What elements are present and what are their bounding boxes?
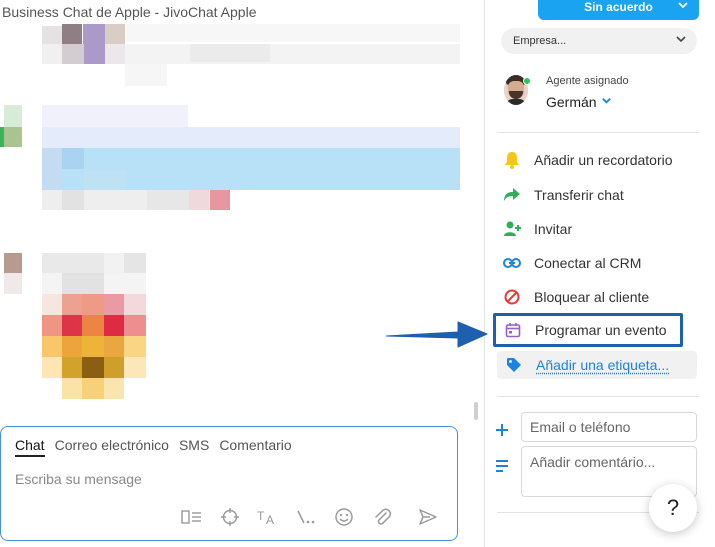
contact-input[interactable]: Email o teléfono (521, 412, 697, 442)
chat-area: Business Chat de Apple - JivoChat Apple (0, 0, 484, 547)
transfer-chat-button[interactable]: Transferir chat (495, 180, 685, 210)
online-status-dot (523, 77, 531, 85)
company-select-value: Empresa... (513, 35, 567, 47)
shortcuts-icon[interactable] (295, 506, 317, 528)
message-input[interactable]: Escriba su mensage (15, 471, 142, 487)
chevron-down-icon (675, 33, 687, 48)
divider (497, 132, 699, 133)
chevron-down-icon (677, 0, 689, 14)
comment-row (495, 454, 515, 478)
calendar-icon (502, 319, 524, 341)
block-icon (501, 286, 523, 308)
schedule-event-button[interactable]: Programar un evento (493, 313, 683, 347)
chat-scrollbar[interactable] (474, 402, 478, 420)
connect-crm-label: Conectar al CRM (534, 255, 642, 271)
tab-sms[interactable]: SMS (179, 437, 209, 457)
tab-comment[interactable]: Comentario (219, 437, 291, 457)
templates-icon[interactable] (181, 506, 203, 528)
add-reminder-label: Añadir un recordatorio (534, 152, 673, 168)
translate-icon[interactable]: TA (257, 506, 279, 528)
transfer-chat-label: Transferir chat (534, 187, 624, 203)
block-client-label: Bloquear al cliente (534, 289, 650, 305)
annotation-arrow (386, 321, 488, 348)
composer-toolbar: TA (181, 506, 439, 528)
add-tag-button[interactable]: Añadir una etiqueta... (497, 351, 697, 379)
divider (497, 396, 699, 397)
deal-status-label: Sin acuerdo (584, 0, 653, 14)
emoji-icon[interactable] (333, 506, 355, 528)
help-button[interactable]: ? (649, 484, 697, 532)
link-icon (501, 252, 523, 274)
tag-icon (503, 354, 525, 376)
attach-icon[interactable] (371, 506, 393, 528)
agent-caption: Agente asignado (546, 75, 629, 87)
chat-details-panel: Sin acuerdo Empresa... Agente asignado G… (485, 0, 715, 547)
tab-email[interactable]: Correo electrónico (55, 437, 169, 457)
invite-label: Invitar (534, 221, 573, 237)
connect-crm-button[interactable]: Conectar al CRM (495, 248, 685, 278)
message-composer: Chat Correo electrónico SMS Comentario E… (0, 426, 458, 541)
send-icon[interactable] (417, 506, 439, 528)
add-reminder-button[interactable]: Añadir un recordatorio (495, 145, 685, 175)
svg-text:T: T (257, 509, 265, 523)
agent-name: Germán (546, 94, 597, 110)
forward-icon (501, 184, 523, 206)
chat-title: Business Chat de Apple - JivoChat Apple (2, 4, 257, 20)
invite-button[interactable]: Invitar (495, 214, 685, 244)
plus-icon (495, 422, 515, 442)
company-select[interactable]: Empresa... (501, 28, 697, 54)
svg-text:A: A (266, 513, 274, 526)
deal-status-button[interactable]: Sin acuerdo (538, 0, 699, 20)
add-person-icon (501, 218, 523, 240)
bell-icon (501, 149, 523, 171)
chevron-down-icon (601, 95, 612, 109)
contact-row (495, 418, 515, 442)
tab-chat[interactable]: Chat (15, 437, 45, 457)
composer-tabs: Chat Correo electrónico SMS Comentario (15, 437, 292, 457)
add-tag-label: Añadir una etiqueta... (536, 357, 670, 373)
agent-selector[interactable]: Germán (546, 94, 612, 110)
target-icon[interactable] (219, 506, 241, 528)
comment-lines-icon (495, 458, 515, 478)
schedule-event-label: Programar un evento (535, 322, 667, 338)
block-client-button[interactable]: Bloquear al cliente (495, 282, 685, 312)
